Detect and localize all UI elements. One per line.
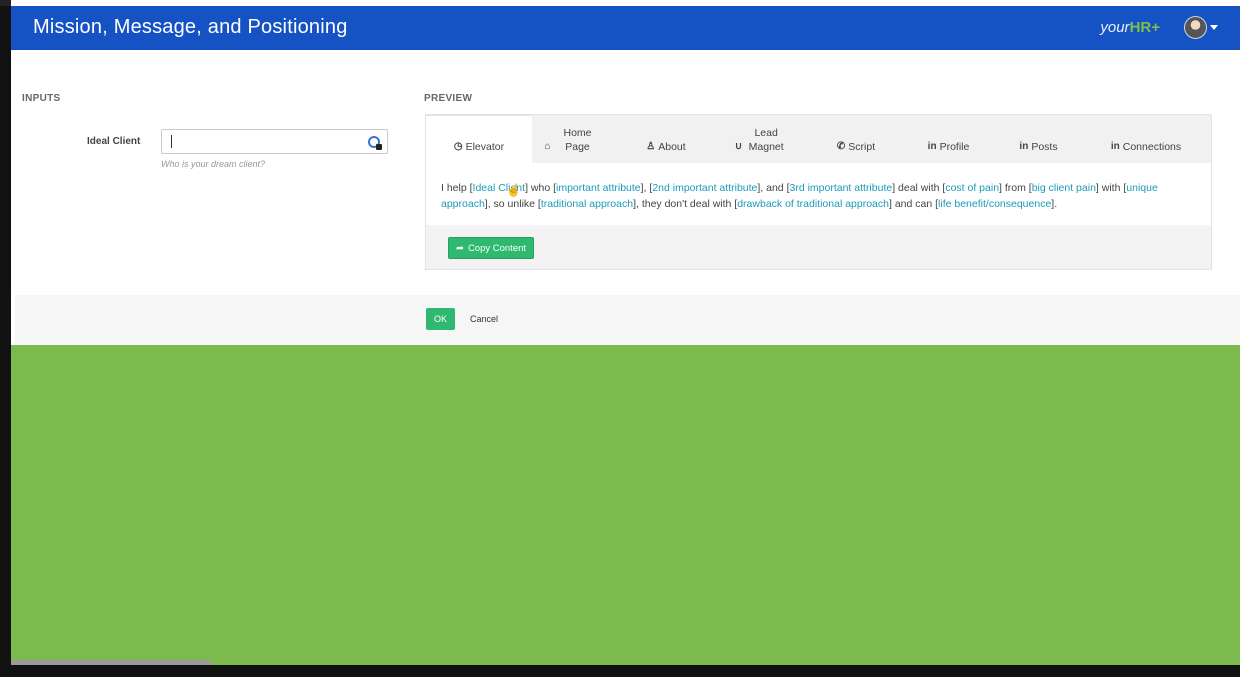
ideal-client-help-text: Who is your dream client? — [161, 159, 266, 169]
placeholder-drawback[interactable]: drawback of traditional approach — [737, 198, 889, 210]
inputs-section-title: INPUTS — [22, 93, 61, 104]
page-title: Mission, Message, and Positioning — [33, 16, 348, 38]
brand-mark: HR+ — [1129, 19, 1160, 36]
magnet-icon: ∪ — [734, 141, 743, 152]
cancel-button[interactable]: Cancel — [464, 308, 504, 330]
preview-panel: ◷ Elevator ⌂ Home Page ♙ About ∪ Lead Magnet… — [425, 114, 1212, 270]
placeholder-big-client-pain[interactable]: big client pain — [1032, 182, 1096, 194]
window-bottom-strip — [0, 665, 1240, 677]
tab-about[interactable]: ♙ About — [626, 115, 706, 163]
brand-logo[interactable]: yourHR+ — [1100, 19, 1160, 36]
chevron-down-icon[interactable] — [1210, 25, 1218, 30]
linkedin-icon: in — [1110, 141, 1120, 152]
ok-button[interactable]: OK — [426, 308, 455, 330]
placeholder-2nd-attribute[interactable]: 2nd important attribute — [652, 182, 757, 194]
ideal-client-label: Ideal Client — [87, 136, 141, 147]
brand-prefix: your — [1100, 19, 1130, 36]
placeholder-cost-of-pain[interactable]: cost of pain — [945, 182, 999, 194]
tab-elevator[interactable]: ◷ Elevator — [426, 115, 532, 163]
linkedin-icon: in — [1019, 141, 1029, 152]
home-icon: ⌂ — [544, 141, 551, 152]
tab-lead-magnet[interactable]: ∪ Lead Magnet — [726, 115, 796, 163]
app-header: Mission, Message, and Positioning yourHR… — [11, 6, 1240, 50]
background-area — [11, 345, 1240, 665]
preview-tabs: ◷ Elevator ⌂ Home Page ♙ About ∪ Lead Magnet… — [426, 115, 1211, 163]
phone-icon: ✆ — [836, 141, 846, 152]
placeholder-3rd-attribute[interactable]: 3rd important attribute — [789, 182, 892, 194]
tab-script[interactable]: ✆ Script — [821, 115, 891, 163]
share-icon: ➦ — [455, 242, 464, 254]
user-icon: ♙ — [646, 141, 656, 152]
tab-profile[interactable]: in Profile — [911, 115, 986, 163]
dialog-footer — [15, 295, 1240, 345]
tab-connections[interactable]: in Connections — [1096, 115, 1196, 163]
avatar[interactable] — [1184, 16, 1207, 39]
elevator-pitch-text: I help [Ideal Client] who [important att… — [426, 163, 1211, 225]
ideal-client-input[interactable] — [161, 129, 388, 154]
clock-icon: ◷ — [453, 141, 463, 152]
text-cursor — [171, 135, 172, 148]
hand-cursor-icon: ☝ — [506, 183, 521, 197]
placeholder-important-attribute[interactable]: important attribute — [556, 182, 641, 194]
copy-content-button[interactable]: ➦ Copy Content — [448, 237, 534, 259]
placeholder-traditional-approach[interactable]: traditional approach — [541, 198, 633, 210]
placeholder-life-benefit[interactable]: life benefit/consequence — [938, 198, 1051, 210]
preview-section-title: PREVIEW — [424, 93, 473, 104]
tab-home-page[interactable]: ⌂ Home Page — [532, 115, 614, 163]
password-manager-icon[interactable] — [368, 136, 382, 150]
linkedin-icon: in — [927, 141, 937, 152]
tab-posts[interactable]: in Posts — [1001, 115, 1076, 163]
